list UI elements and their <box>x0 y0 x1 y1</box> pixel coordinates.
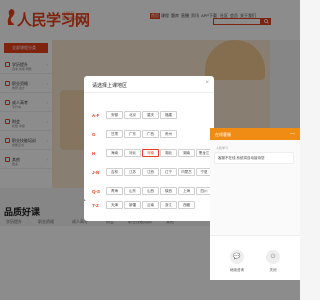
province-option[interactable]: 江苏 <box>124 168 141 176</box>
region-row-label: A-F <box>92 113 100 118</box>
province-option[interactable]: 天津 <box>106 201 123 209</box>
close-chat-label: 关闭 <box>269 268 277 272</box>
province-option[interactable]: 江西 <box>142 168 159 176</box>
continue-chat-label: 继续咨询 <box>230 268 244 272</box>
region-row-label: J-N <box>92 170 100 175</box>
province-option[interactable]: 内蒙古 <box>178 168 195 176</box>
province-option[interactable]: 海南 <box>106 149 123 157</box>
close-chat-button[interactable]: ⏻ 关闭 <box>258 250 288 273</box>
province-option[interactable]: 甘肃 <box>106 130 123 138</box>
chat-panel: 在线客服 — 人民学习 客服不在线,系统将自动接待您 💬 继续咨询 ⏻ 关闭 <box>210 128 300 280</box>
region-row-label: H <box>92 151 96 156</box>
province-option[interactable]: 西藏 <box>178 201 195 209</box>
region-row-label: Q-S <box>92 189 101 194</box>
divider <box>84 92 214 93</box>
region-select-modal: 请选择上课地区 × A-F 安徽 北京 重庆 福建 G 甘肃 广东 广西 贵州 … <box>84 76 214 201</box>
close-icon[interactable]: × <box>205 80 209 86</box>
province-option[interactable]: 辽宁 <box>160 168 177 176</box>
chat-header[interactable]: 在线客服 — <box>210 128 300 140</box>
province-option[interactable]: 湖南 <box>178 149 195 157</box>
province-option[interactable]: 吉林 <box>106 168 123 176</box>
modal-title: 请选择上课地区 <box>92 83 128 89</box>
province-option[interactable]: 河北 <box>124 149 141 157</box>
province-option-selected[interactable]: 河南 <box>142 149 159 157</box>
minimize-icon[interactable]: — <box>290 131 295 137</box>
province-option[interactable]: 山东 <box>124 187 141 195</box>
region-select-modal-lower: T-Z 天津 新疆 云南 浙江 西藏 <box>84 201 214 221</box>
province-option[interactable]: 贵州 <box>160 130 177 138</box>
province-option[interactable]: 云南 <box>142 201 159 209</box>
province-option[interactable]: 北京 <box>124 111 141 119</box>
region-row-label: G <box>92 132 96 137</box>
province-option[interactable]: 青海 <box>106 187 123 195</box>
province-option[interactable]: 上海 <box>178 187 195 195</box>
chat-icon: 💬 <box>230 250 244 264</box>
province-option[interactable]: 陕西 <box>160 187 177 195</box>
agent-name: 人民学习 <box>216 146 229 150</box>
close-icon: ⏻ <box>266 250 280 264</box>
province-option[interactable]: 湖北 <box>160 149 177 157</box>
region-row-label: T-Z <box>92 203 99 208</box>
province-option[interactable]: 安徽 <box>106 111 123 119</box>
chat-actions: 💬 继续咨询 ⏻ 关闭 <box>210 235 300 280</box>
province-option[interactable]: 浙江 <box>160 201 177 209</box>
chat-message: 客服不在线,系统将自动接待您 <box>214 152 294 164</box>
province-option[interactable]: 福建 <box>160 111 177 119</box>
chat-title: 在线客服 <box>215 132 231 137</box>
province-option[interactable]: 广西 <box>142 130 159 138</box>
province-option[interactable]: 重庆 <box>142 111 159 119</box>
continue-chat-button[interactable]: 💬 继续咨询 <box>222 250 252 273</box>
province-option[interactable]: 广东 <box>124 130 141 138</box>
province-option[interactable]: 新疆 <box>124 201 141 209</box>
province-option[interactable]: 山西 <box>142 187 159 195</box>
chat-messages: 人民学习 客服不在线,系统将自动接待您 <box>210 140 300 235</box>
